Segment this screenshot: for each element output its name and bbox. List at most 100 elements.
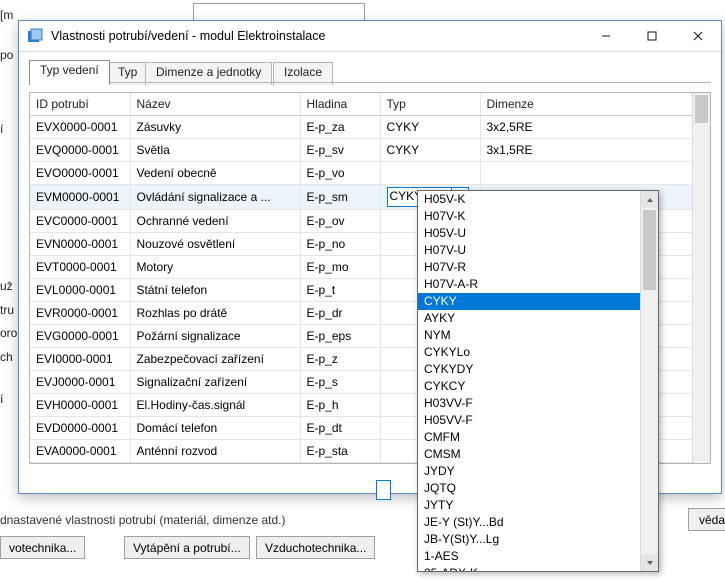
dropdown-item[interactable]: CMSM: [418, 446, 641, 463]
scroll-thumb[interactable]: [695, 95, 708, 123]
dropdown-item[interactable]: CYKYLo: [418, 344, 641, 361]
cell-id[interactable]: EVL0000-0001: [30, 279, 130, 302]
table-row[interactable]: EVX0000-0001ZásuvkyE-p_zaCYKY3x2,5RE: [30, 116, 693, 139]
cell-name[interactable]: Státní telefon: [130, 279, 300, 302]
cell-name[interactable]: Rozhlas po drátě: [130, 302, 300, 325]
dropdown-item[interactable]: CYKY: [418, 293, 641, 310]
cell-typ[interactable]: CYKY: [380, 139, 480, 162]
maximize-button[interactable]: [629, 21, 675, 51]
close-button[interactable]: [675, 21, 721, 51]
cell-h[interactable]: E-p_sv: [300, 139, 380, 162]
cell-id[interactable]: EVG0000-0001: [30, 325, 130, 348]
dropdown-item[interactable]: 25-ADX-K: [418, 565, 641, 571]
cell-h[interactable]: E-p_d: [300, 463, 380, 465]
cell-id[interactable]: EVR0000-0001: [30, 302, 130, 325]
scroll-up-icon[interactable]: [641, 191, 658, 208]
table-row[interactable]: EVO0000-0001Vedení obecněE-p_vo: [30, 162, 693, 185]
scroll-down-icon[interactable]: [641, 554, 658, 571]
cell-name[interactable]: Ochranné vedení: [130, 210, 300, 233]
stray-input[interactable]: [376, 480, 391, 500]
cell-id[interactable]: EVI0000-0001: [30, 348, 130, 371]
cell-id[interactable]: EVT0000-0001: [30, 256, 130, 279]
col-dim[interactable]: Dimenze: [480, 93, 693, 116]
dropdown-item[interactable]: H05V-U: [418, 225, 641, 242]
dropdown-item[interactable]: JQTQ: [418, 480, 641, 497]
dropdown-item[interactable]: JB-Y(St)Y...Lg: [418, 531, 641, 548]
cell-id[interactable]: EVP0000-0001: [30, 463, 130, 465]
dropdown-item[interactable]: H07V-A-R: [418, 276, 641, 293]
tab-typ-vedeni[interactable]: Typ vedení: [29, 60, 110, 85]
cell-h[interactable]: E-p_s: [300, 371, 380, 394]
cell-name[interactable]: Ovládání signalizace a ...: [130, 185, 300, 210]
cell-h[interactable]: E-p_h: [300, 394, 380, 417]
cell-id[interactable]: EVH0000-0001: [30, 394, 130, 417]
dropdown-item[interactable]: NYM: [418, 327, 641, 344]
dropdown-item[interactable]: JYTY: [418, 497, 641, 514]
col-layer[interactable]: Hladina: [300, 93, 380, 116]
cell-typ[interactable]: CYKY: [380, 116, 480, 139]
cell-h[interactable]: E-p_ov: [300, 210, 380, 233]
dropdown-item[interactable]: H07V-R: [418, 259, 641, 276]
dropdown-item[interactable]: H05V-K: [418, 191, 641, 208]
dropdown-item[interactable]: AYKY: [418, 310, 641, 327]
typ-dropdown[interactable]: H05V-KH07V-KH05V-UH07V-UH07V-RH07V-A-RCY…: [417, 190, 659, 572]
cell-id[interactable]: EVA0000-0001: [30, 440, 130, 463]
help-button[interactable]: věda: [688, 508, 725, 531]
cell-h[interactable]: E-p_eps: [300, 325, 380, 348]
col-id[interactable]: ID potrubí: [30, 93, 130, 116]
cell-h[interactable]: E-p_z: [300, 348, 380, 371]
cell-id[interactable]: EVX0000-0001: [30, 116, 130, 139]
cell-name[interactable]: Světla: [130, 139, 300, 162]
cell-name[interactable]: Vedení obecně: [130, 162, 300, 185]
dropdown-item[interactable]: H05VV-F: [418, 412, 641, 429]
cell-h[interactable]: E-p_sm: [300, 185, 380, 210]
dropdown-item[interactable]: CYKCY: [418, 378, 641, 395]
dropdown-item[interactable]: JE-Y (St)Y...Bd: [418, 514, 641, 531]
dropdown-item[interactable]: H03VV-F: [418, 395, 641, 412]
dropdown-item[interactable]: 1-AES: [418, 548, 641, 565]
cell-id[interactable]: EVD0000-0001: [30, 417, 130, 440]
cell-h[interactable]: E-p_vo: [300, 162, 380, 185]
cell-id[interactable]: EVO0000-0001: [30, 162, 130, 185]
dropdown-item[interactable]: CYKYDY: [418, 361, 641, 378]
cell-h[interactable]: E-p_sta: [300, 440, 380, 463]
col-name[interactable]: Název: [130, 93, 300, 116]
cell-id[interactable]: EVC0000-0001: [30, 210, 130, 233]
cell-h[interactable]: E-p_t: [300, 279, 380, 302]
cell-name[interactable]: Signalizační zařízení: [130, 371, 300, 394]
cell-h[interactable]: E-p_no: [300, 233, 380, 256]
button-vytapeni[interactable]: Vytápění a potrubí...: [124, 536, 250, 559]
cell-name[interactable]: Domácí telefon: [130, 417, 300, 440]
cell-id[interactable]: EVJ0000-0001: [30, 371, 130, 394]
cell-h[interactable]: E-p_za: [300, 116, 380, 139]
dropdown-item[interactable]: H07V-K: [418, 208, 641, 225]
cell-dim[interactable]: 3x2,5RE: [480, 116, 693, 139]
dropdown-item[interactable]: H07V-U: [418, 242, 641, 259]
cell-id[interactable]: EVN0000-0001: [30, 233, 130, 256]
grid-scrollbar[interactable]: [692, 93, 710, 463]
cell-h[interactable]: E-p_dt: [300, 417, 380, 440]
cell-name[interactable]: Motory: [130, 256, 300, 279]
cell-typ[interactable]: [380, 162, 480, 185]
table-row[interactable]: EVQ0000-0001SvětlaE-p_svCYKY3x1,5RE: [30, 139, 693, 162]
dropdown-scrollbar[interactable]: [640, 191, 658, 571]
cell-id[interactable]: EVM0000-0001: [30, 185, 130, 210]
button-vzduchotechnika[interactable]: Vzduchotechnika...: [256, 536, 375, 559]
cell-name[interactable]: Anténní rozvod: [130, 440, 300, 463]
cell-name[interactable]: Zásuvky: [130, 116, 300, 139]
cell-id[interactable]: EVQ0000-0001: [30, 139, 130, 162]
cell-dim[interactable]: [480, 162, 693, 185]
dropdown-item[interactable]: JYDY: [418, 463, 641, 480]
button-votechnika[interactable]: votechnika...: [0, 536, 85, 559]
dropdown-item[interactable]: CMFM: [418, 429, 641, 446]
cell-name[interactable]: Dálnopis: [130, 463, 300, 465]
cell-name[interactable]: Požární signalizace: [130, 325, 300, 348]
cell-dim[interactable]: 3x1,5RE: [480, 139, 693, 162]
cell-h[interactable]: E-p_dr: [300, 302, 380, 325]
scroll-thumb[interactable]: [643, 210, 656, 290]
cell-name[interactable]: El.Hodiny-čas.signál: [130, 394, 300, 417]
cell-name[interactable]: Nouzové osvětlení: [130, 233, 300, 256]
cell-h[interactable]: E-p_mo: [300, 256, 380, 279]
titlebar[interactable]: Vlastnosti potrubí/vedení - modul Elektr…: [19, 21, 721, 52]
cell-name[interactable]: Zabezpečovací zařízení: [130, 348, 300, 371]
